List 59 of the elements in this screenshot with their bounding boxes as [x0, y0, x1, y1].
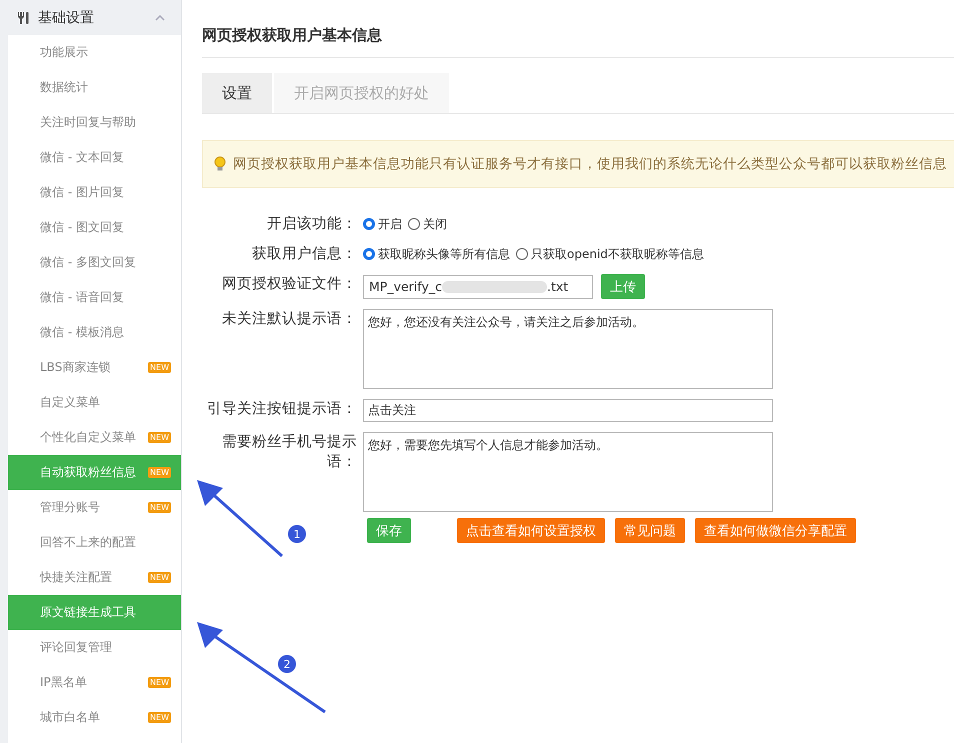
- new-badge: NEW: [148, 502, 171, 513]
- radio-button[interactable]: [516, 248, 528, 260]
- radio-button[interactable]: [363, 218, 375, 230]
- radio-button[interactable]: [363, 248, 375, 260]
- notice-text: 网页授权获取用户基本信息功能只有认证服务号才有接口，使用我们的系统无论什么类型公众号都可以获取粉丝信息: [233, 155, 947, 173]
- input-field[interactable]: 点击关注: [363, 399, 773, 422]
- file-name-field[interactable]: MP_verify_c .txt: [363, 274, 593, 298]
- new-badge: NEW: [148, 432, 171, 443]
- field-label: 需要粉丝手机号提示语：: [221, 432, 357, 472]
- sidebar-item[interactable]: 管理分账号 NEW: [8, 490, 181, 525]
- new-badge: NEW: [148, 712, 171, 723]
- number-badge: 1: [288, 525, 306, 543]
- radio-label: 只获取openid不获取昵称等信息: [531, 246, 704, 262]
- sidebar-item[interactable]: 关注时回复与帮助: [8, 105, 181, 140]
- text-area[interactable]: 您好，需要您先填写个人信息才能参加活动。: [363, 432, 773, 512]
- action-button[interactable]: 保存: [367, 518, 411, 543]
- new-badge: NEW: [148, 572, 171, 583]
- field-label: 引导关注按钮提示语：: [206, 400, 357, 419]
- sidebar-item[interactable]: 快捷关注配置 NEW: [8, 560, 181, 595]
- sidebar-item[interactable]: 自动获取粉丝信息 NEW: [8, 455, 181, 490]
- sidebar-item[interactable]: 微信 - 图文回复: [8, 210, 181, 245]
- sidebar-header[interactable]: 基础设置: [0, 0, 181, 35]
- tab[interactable]: 开启网页授权的好处: [274, 73, 449, 113]
- new-badge: NEW: [148, 467, 171, 478]
- radio-label: 关闭: [423, 216, 447, 232]
- lightbulb-icon: [213, 156, 227, 172]
- field-label: 获取用户信息：: [251, 245, 357, 264]
- new-badge: NEW: [148, 362, 171, 373]
- sidebar-item[interactable]: 微信 - 语音回复: [8, 280, 181, 315]
- radio-label: 获取昵称头像等所有信息: [378, 246, 510, 262]
- sidebar-item[interactable]: 微信 - 模板消息: [8, 315, 181, 350]
- sidebar-item[interactable]: LBS商家连锁 NEW: [8, 350, 181, 385]
- field-label: 开启该功能：: [266, 214, 357, 234]
- sidebar-item[interactable]: 功能展示: [8, 35, 181, 70]
- sidebar-item[interactable]: 微信 - 图片回复: [8, 175, 181, 210]
- action-button[interactable]: 常见问题: [615, 518, 685, 543]
- sidebar-item[interactable]: 自定义菜单: [8, 385, 181, 420]
- tab[interactable]: 设置: [202, 73, 272, 113]
- field-label: 网页授权验证文件：: [221, 275, 357, 294]
- sidebar-item[interactable]: 回答不上来的配置: [8, 525, 181, 560]
- sidebar-item[interactable]: 微信 - 文本回复: [8, 140, 181, 175]
- sidebar-item[interactable]: 原文链接生成工具: [8, 595, 181, 630]
- sidebar-item[interactable]: 个性化自定义菜单 NEW: [8, 420, 181, 455]
- sidebar-item[interactable]: 评论回复管理: [8, 630, 181, 665]
- radio-label: 开启: [378, 216, 402, 232]
- sidebar-item[interactable]: 数据统计: [8, 70, 181, 105]
- sidebar-item[interactable]: IP黑名单 NEW: [8, 665, 181, 700]
- upload-button[interactable]: 上传: [601, 274, 645, 299]
- page-title: 网页授权获取用户基本信息: [202, 26, 954, 58]
- sidebar-item[interactable]: 微信 - 多图文回复: [8, 245, 181, 280]
- radio-button[interactable]: [408, 218, 420, 230]
- new-badge: NEW: [148, 677, 171, 688]
- text-area[interactable]: 您好，您还没有关注公众号，请关注之后参加活动。: [363, 309, 773, 389]
- sidebar-item[interactable]: 城市白名单 NEW: [8, 700, 181, 735]
- tools-icon: [16, 10, 30, 24]
- action-button[interactable]: 点击查看如何设置授权: [457, 518, 605, 543]
- field-label: 未关注默认提示语：: [221, 310, 357, 329]
- action-button[interactable]: 查看如何做微信分享配置: [695, 518, 856, 543]
- number-badge: 2: [278, 655, 296, 673]
